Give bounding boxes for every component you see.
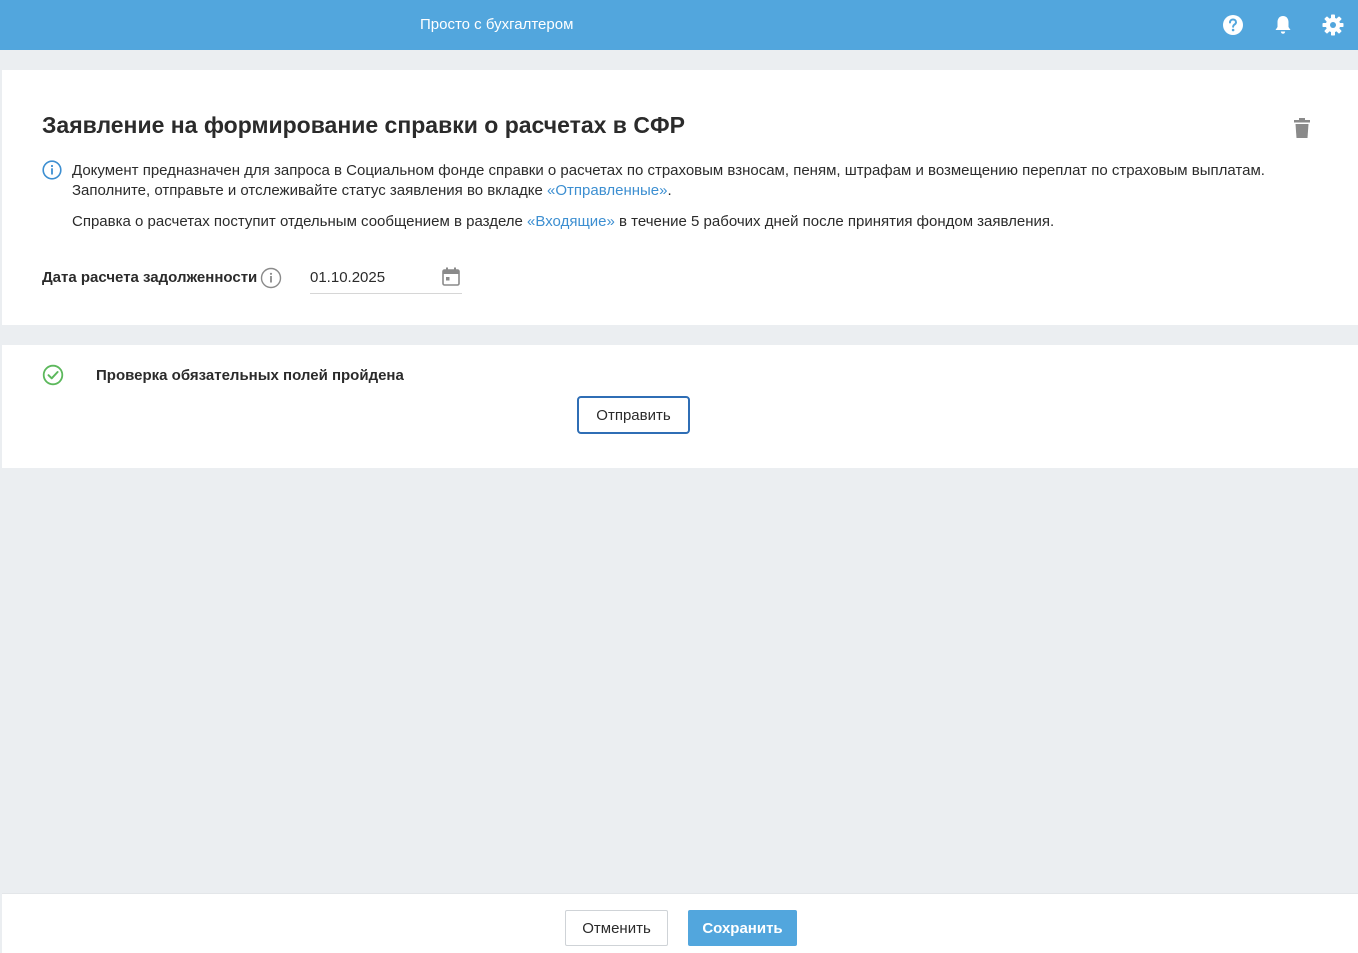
description-suffix: . [667, 182, 672, 199]
note-text: Справка о расчетах поступит отдельным со… [72, 212, 1054, 232]
page-title: Заявление на формирование справки о расч… [42, 112, 685, 138]
form-card: Заявление на формирование справки о расч… [2, 70, 1358, 325]
inbox-link[interactable]: «Входящие» [527, 213, 615, 230]
bell-icon[interactable] [1271, 13, 1295, 37]
note-prefix: Справка о расчетах поступит отдельным со… [72, 213, 528, 230]
save-button[interactable]: Сохранить [688, 910, 797, 946]
cancel-button[interactable]: Отменить [565, 910, 668, 946]
trash-icon[interactable] [1290, 116, 1314, 140]
debt-date-label: Дата расчета задолженности [42, 269, 258, 286]
description-text: Документ предназначен для запроса в Соци… [72, 161, 1322, 201]
top-bar: Просто с бухгалтером [0, 0, 1358, 50]
calendar-icon[interactable] [440, 266, 462, 288]
app-title: Просто с бухгалтером [420, 16, 574, 33]
debt-date-field[interactable]: 01.10.2025 [310, 264, 462, 294]
validation-card: Проверка обязательных полей пройдена Отп… [2, 345, 1358, 468]
validation-status: Проверка обязательных полей пройдена [96, 367, 404, 384]
sent-tab-link[interactable]: «Отправленные» [547, 182, 667, 199]
help-icon[interactable] [1221, 13, 1245, 37]
field-info-icon[interactable] [260, 267, 282, 289]
gear-icon[interactable] [1321, 13, 1345, 37]
send-button[interactable]: Отправить [577, 396, 690, 434]
debt-date-value[interactable]: 01.10.2025 [310, 269, 385, 286]
note-suffix: в течение 5 рабочих дней после принятия … [614, 213, 1055, 230]
check-circle-icon [42, 364, 64, 386]
footer-bar: Отменить Сохранить [2, 893, 1358, 953]
info-icon [42, 160, 62, 180]
